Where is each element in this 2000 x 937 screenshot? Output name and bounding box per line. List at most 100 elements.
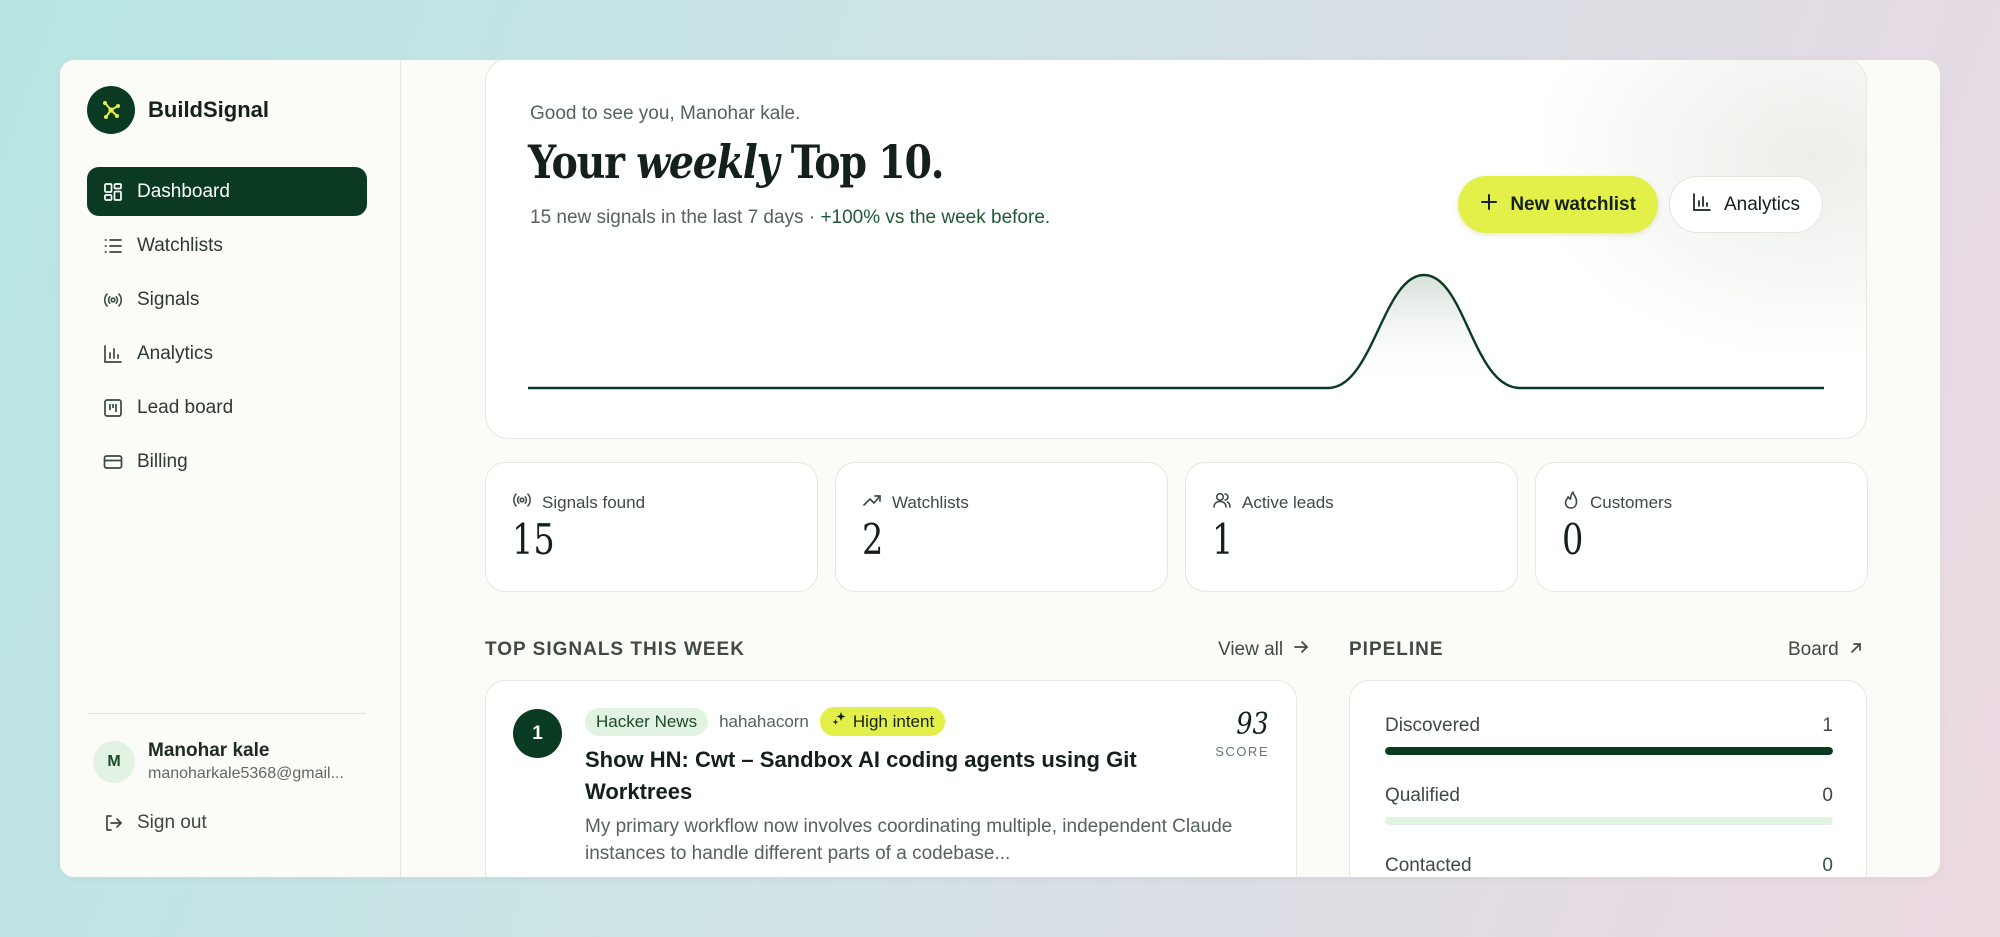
stat-label-text: Signals found (542, 492, 646, 512)
stage-label: Discovered (1385, 715, 1481, 736)
subtitle-main: 15 new signals in the last 7 days · (530, 207, 821, 228)
flame-icon (1562, 491, 1580, 514)
sidebar-nav: Dashboard Watchlists Signals Analytics L… (87, 167, 367, 491)
plus-icon (1480, 193, 1498, 217)
score-value: 93 (1236, 707, 1269, 742)
pipeline-stage-contacted[interactable]: Contacted 0 (1385, 855, 1833, 877)
stage-progress-bar (1385, 747, 1833, 755)
stat-label: Watchlists (862, 491, 969, 514)
arrow-right-icon (1293, 639, 1309, 661)
stat-value: 15 (512, 515, 555, 564)
sidebar-item-watchlists[interactable]: Watchlists (87, 221, 367, 270)
signal-description: My primary workflow now involves coordin… (585, 816, 1233, 864)
stat-label-text: Active leads (1242, 492, 1334, 512)
sidebar-item-label: Analytics (137, 342, 214, 364)
stats-row: Signals found 15 Watchlists 2 Active lea… (485, 462, 1868, 592)
stat-card-watchlists[interactable]: Watchlists 2 (835, 462, 1168, 592)
trending-up-icon (862, 491, 882, 514)
brand-name: BuildSignal (148, 97, 269, 122)
view-all-link[interactable]: View all (1218, 639, 1309, 661)
stat-card-active-leads[interactable]: Active leads 1 (1185, 462, 1518, 592)
stat-card-customers[interactable]: Customers 0 (1535, 462, 1868, 592)
board-link[interactable]: Board (1788, 639, 1863, 661)
sidebar-item-billing[interactable]: Billing (87, 437, 367, 486)
broadcast-icon (512, 491, 532, 514)
intent-badge: High intent (819, 707, 946, 736)
sign-out-button[interactable]: Sign out (103, 812, 207, 834)
weekly-signals-sparkline (528, 273, 1824, 390)
pipeline-stage-qualified[interactable]: Qualified 0 (1385, 785, 1833, 825)
stat-label: Signals found (512, 491, 645, 514)
brand-logo-icon (87, 86, 135, 134)
avatar: M (93, 740, 135, 783)
user-name: Manohar kale (148, 740, 270, 761)
hero-card: Good to see you, Manohar kale. Your week… (485, 60, 1867, 439)
signal-title[interactable]: Show HN: Cwt – Sandbox AI coding agents … (585, 744, 1185, 808)
logout-icon (103, 813, 123, 833)
sidebar-item-dashboard[interactable]: Dashboard (87, 167, 367, 216)
sidebar-item-analytics[interactable]: Analytics (87, 329, 367, 378)
arrow-up-right-icon (1849, 639, 1863, 661)
users-icon (1212, 491, 1232, 514)
signal-score: 93 SCORE (1215, 707, 1269, 759)
new-watchlist-button[interactable]: New watchlist (1458, 176, 1658, 233)
page-title: Your weekly Top 10. (528, 135, 945, 189)
stage-progress-bar (1385, 817, 1833, 825)
source-tag: Hacker News (585, 707, 709, 736)
sidebar-item-label: Signals (137, 288, 200, 310)
view-all-label: View all (1218, 639, 1284, 660)
sparkline-line (528, 273, 1824, 390)
score-label: SCORE (1215, 744, 1269, 759)
stage-label: Contacted (1385, 855, 1472, 876)
hero-subtitle: 15 new signals in the last 7 days · +100… (530, 207, 1050, 229)
kanban-icon (103, 398, 123, 418)
title-prefix: Your (528, 135, 637, 189)
board-label: Board (1788, 639, 1839, 660)
stage-count: 1 (1822, 715, 1833, 736)
sidebar-item-label: Watchlists (137, 234, 223, 256)
dashboard-icon (103, 182, 123, 202)
stat-label: Active leads (1212, 491, 1334, 514)
sidebar-divider (87, 713, 366, 714)
analytics-button[interactable]: Analytics (1668, 176, 1823, 233)
title-suffix: Top 10. (778, 135, 945, 189)
brand[interactable]: BuildSignal (87, 86, 269, 134)
stat-label-text: Customers (1590, 492, 1673, 512)
rank-badge: 1 (513, 709, 562, 758)
new-watchlist-label: New watchlist (1510, 193, 1636, 215)
sidebar-item-label: Dashboard (137, 180, 230, 202)
signal-tags: Hacker News hahahacorn High intent (585, 707, 946, 736)
sidebar-item-lead-board[interactable]: Lead board (87, 383, 367, 432)
user-profile[interactable]: M Manohar kale manoharkale5368@gmail... (93, 740, 358, 783)
broadcast-icon (103, 290, 123, 310)
stage-label: Qualified (1385, 785, 1460, 806)
sidebar-item-signals[interactable]: Signals (87, 275, 367, 324)
stage-count: 0 (1822, 785, 1833, 806)
analytics-label: Analytics (1723, 193, 1800, 215)
bar-chart-icon (103, 344, 123, 364)
sidebar-item-label: Lead board (137, 396, 234, 418)
stage-count: 0 (1822, 855, 1833, 876)
stat-value: 0 (1562, 515, 1584, 564)
list-icon (103, 236, 123, 256)
signal-card[interactable]: 1 Hacker News hahahacorn High intent Sho… (485, 680, 1297, 877)
pipeline-stage-discovered[interactable]: Discovered 1 (1385, 715, 1833, 755)
bar-chart-icon (1692, 192, 1712, 218)
greeting: Good to see you, Manohar kale. (530, 103, 801, 124)
stat-label: Customers (1562, 491, 1672, 514)
sparkle-icon (831, 711, 847, 732)
user-email: manoharkale5368@gmail... (148, 765, 344, 782)
stat-card-signals[interactable]: Signals found 15 (485, 462, 818, 592)
stat-label-text: Watchlists (892, 492, 969, 512)
sidebar-item-label: Billing (137, 450, 188, 472)
top-signals-heading: TOP SIGNALS THIS WEEK (485, 639, 745, 660)
app-window: BuildSignal Dashboard Watchlists Signals… (60, 60, 1940, 877)
author-label: hahahacorn (719, 711, 809, 731)
sidebar: BuildSignal Dashboard Watchlists Signals… (60, 60, 401, 877)
pipeline-heading: PIPELINE (1349, 639, 1444, 660)
stage-progress-fill (1385, 747, 1833, 755)
stat-value: 2 (862, 515, 884, 564)
credit-card-icon (103, 452, 123, 472)
stat-value: 1 (1212, 515, 1234, 564)
title-italic: weekly (636, 135, 779, 189)
